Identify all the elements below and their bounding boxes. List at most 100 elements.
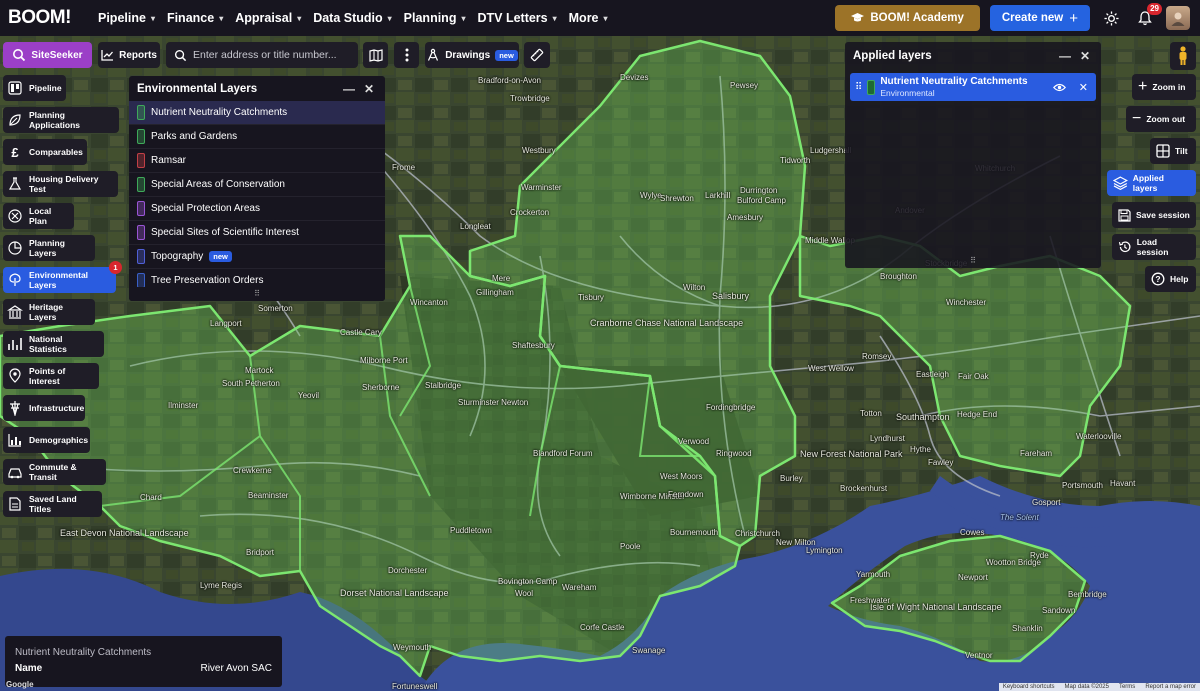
car-icon [7,464,23,480]
street-view-pegman[interactable] [1170,42,1196,70]
tilt-button[interactable]: Tilt [1150,138,1196,164]
applied-layer-item[interactable]: ⠿ Nutrient Neutrality Catchments Environ… [850,73,1096,101]
drag-handle-icon[interactable]: ⠿ [845,254,1101,268]
drag-handle-icon[interactable]: ⠿ [129,287,385,301]
map-place-label: Bulford Camp [737,196,786,205]
sidebar-item-national-statistics[interactable]: National Statistics [3,331,104,357]
drawings-label: Drawings [445,49,491,61]
leaf-icon [7,112,23,128]
create-new-button[interactable]: Create new + [989,5,1090,31]
user-avatar[interactable] [1166,6,1190,30]
academy-button[interactable]: BOOM! Academy [835,5,980,31]
applied-layers-label: Applied layers [1132,173,1164,193]
nav-menu-item[interactable]: Appraisal ▾ [235,11,301,25]
env-layer-label: Parks and Gardens [151,131,238,142]
minimize-icon[interactable]: — [1057,49,1073,63]
more-options-button[interactable] [394,42,419,68]
env-layer-row[interactable]: Parks and Gardens [129,125,385,149]
map-attribution: Keyboard shortcuts Map data ©2025 Terms … [998,683,1200,691]
keyboard-shortcuts-link[interactable]: Keyboard shortcuts [1003,684,1055,690]
feature-attribute-row: Name River Avon SAC [15,663,272,674]
applied-layer-category: Environmental [880,88,935,98]
chevron-down-icon: ▾ [297,13,302,23]
map-place-label: Devizes [620,73,649,82]
map-place-label: Dorchester [388,566,428,575]
zoom-out-button[interactable]: − Zoom out [1126,106,1196,132]
env-layer-label: Nutrient Neutrality Catchments [151,107,288,118]
map-place-label: Wool [515,589,534,598]
nav-menu-item[interactable]: More ▾ [569,11,608,25]
terms-link[interactable]: Terms [1119,684,1135,690]
doc-icon [7,496,23,512]
map-place-label: Cranborne Chase National Landscape [590,318,744,328]
map-place-label: The Solent [1000,513,1039,522]
save-session-button[interactable]: Save session [1112,202,1196,228]
sidebar-item-planning-applications[interactable]: Planning Applications [3,107,119,133]
map-place-label: Hedge End [957,410,998,419]
applied-layer-title: Nutrient Neutrality Catchments [880,76,1028,87]
eye-icon[interactable] [1052,83,1066,92]
sidebar-item-label: Planning Layers [29,238,65,258]
nav-menu-item[interactable]: Data Studio ▾ [313,11,391,25]
sidebar-item-local-plan[interactable]: Local Plan [3,203,74,229]
remove-layer-icon[interactable]: ✕ [1079,81,1088,94]
env-layer-row[interactable]: Ramsar [129,149,385,173]
close-icon[interactable]: ✕ [361,82,377,96]
address-search-input[interactable]: Enter address or title number... [166,42,358,68]
sidebar-item-pipeline[interactable]: Pipeline [3,75,66,101]
sidebar-item-demographics[interactable]: Demographics [3,427,90,453]
compass-draw-icon [428,48,439,61]
sidebar-item-commute-transit[interactable]: Commute & Transit [3,459,106,485]
help-button[interactable]: ? Help [1145,266,1196,292]
sidebar-item-saved-land-titles[interactable]: Saved Land Titles [3,491,102,517]
map-type-button[interactable] [363,42,388,68]
env-layer-row[interactable]: Special Protection Areas [129,197,385,221]
load-session-button[interactable]: Load session [1112,234,1196,260]
nav-menu-item[interactable]: Planning ▾ [404,11,466,25]
notifications-button[interactable]: 29 [1132,3,1162,31]
minimize-icon[interactable]: — [341,82,357,96]
floppy-disk-icon [1118,208,1131,222]
nav-menu-item[interactable]: Pipeline ▾ [98,11,155,25]
env-layer-row[interactable]: Special Sites of Scientific Interest [129,221,385,245]
stats-icon [7,336,23,352]
sidebar-item-environmental-layers[interactable]: Environmental Layers 1 [3,261,122,293]
zoom-in-button[interactable]: + Zoom in [1132,74,1196,100]
map-place-label: Gillingham [476,288,514,297]
tilt-grid-icon [1156,144,1170,158]
boom-logo[interactable]: BOOM! [8,7,90,29]
sidebar-item-infrastructure[interactable]: Infrastructure [3,395,85,421]
env-layer-row[interactable]: Special Areas of Conservation [129,173,385,197]
measure-button[interactable] [524,42,550,68]
drawings-button[interactable]: Drawings new [425,42,519,68]
nav-menu-label: Data Studio [313,11,383,25]
nav-menu-item[interactable]: Finance ▾ [167,11,223,25]
map-place-label: Winchester [946,298,987,307]
heritage-icon [7,304,23,320]
sidebar-item-comparables[interactable]: £ Comparables [3,139,87,165]
history-icon [1118,241,1131,253]
map-place-label: Wareham [562,583,597,592]
env-layer-label: Special Protection Areas [151,203,260,214]
main-menu: Pipeline ▾ Finance ▾ Appraisal ▾ Data Studio ▾ P… [98,11,608,25]
env-layer-label: Special Areas of Conservation [151,179,285,190]
chevron-down-icon: ▾ [603,13,608,23]
siteseeker-button[interactable]: SiteSeeker [3,42,92,68]
drag-grip-icon[interactable]: ⠿ [855,82,862,93]
close-icon[interactable]: ✕ [1077,49,1093,63]
env-layer-row[interactable]: Nutrient Neutrality Catchments [129,101,385,125]
applied-panel-header: Applied layers — ✕ [845,42,1101,69]
sidebar-item-points-of-interest[interactable]: Points of Interest [3,363,99,389]
map-place-label: Fair Oak [958,372,989,381]
env-layer-row[interactable]: Topography new [129,245,385,269]
kebab-menu-icon [405,48,408,62]
map-place-label: Fortuneswell [392,682,438,691]
reports-button[interactable]: Reports [98,42,160,68]
report-error-link[interactable]: Report a map error [1145,684,1196,690]
applied-layers-button[interactable]: Applied layers [1107,170,1196,196]
sidebar-item-heritage-layers[interactable]: Heritage Layers [3,299,95,325]
sidebar-item-housing-delivery-test[interactable]: Housing Delivery Test [3,171,118,197]
theme-toggle-button[interactable] [1098,5,1124,31]
nav-menu-item[interactable]: DTV Letters ▾ [477,11,556,25]
sidebar-item-planning-layers[interactable]: Planning Layers [3,235,95,261]
